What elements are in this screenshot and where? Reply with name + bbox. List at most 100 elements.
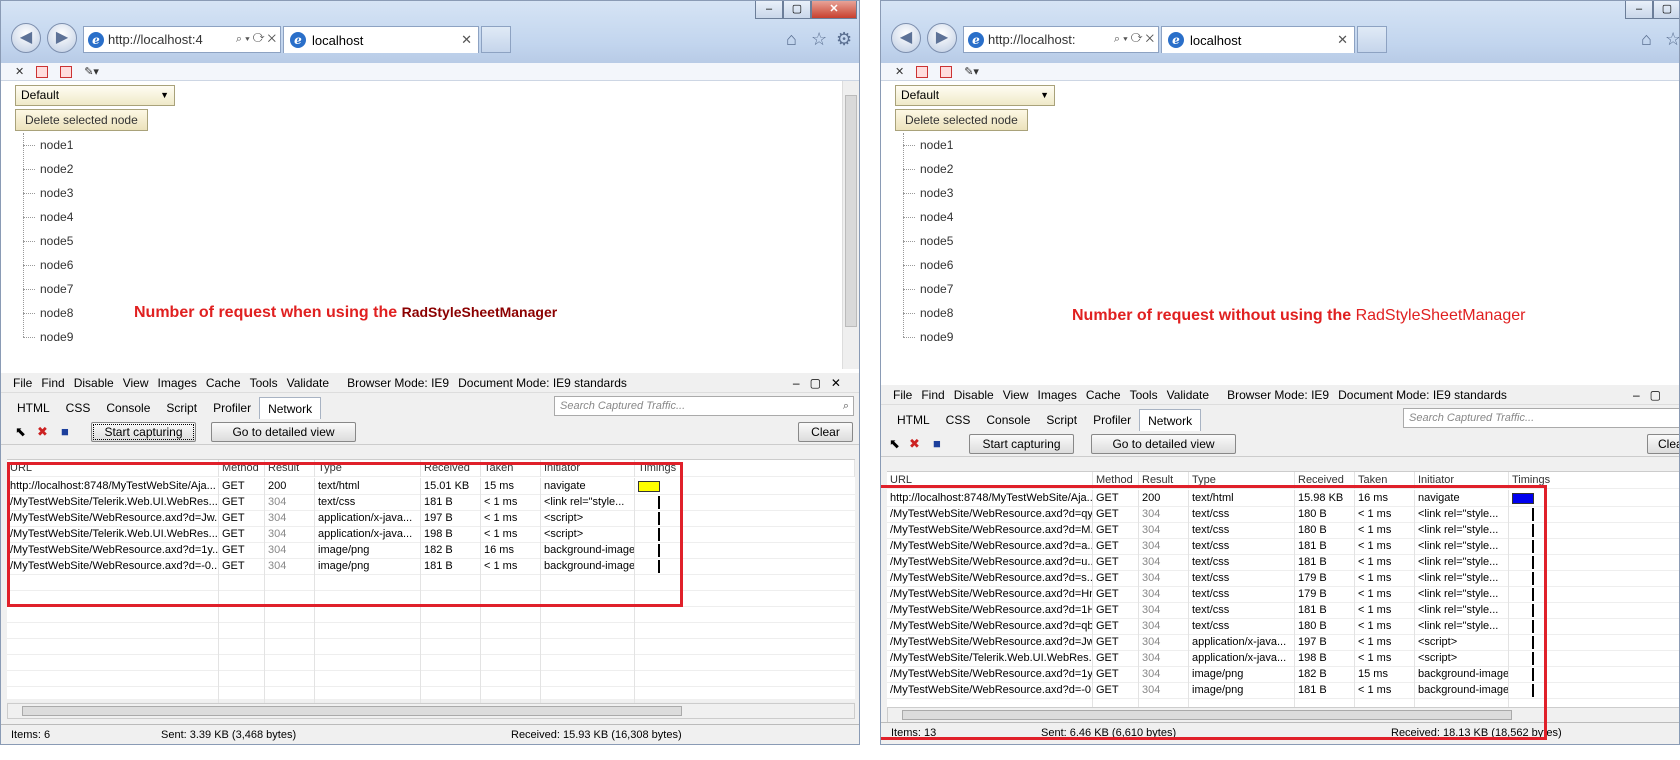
favorites-icon[interactable]: ☆ — [1665, 29, 1679, 50]
tab-network[interactable]: Network — [1139, 409, 1202, 431]
menu-item[interactable]: Find — [921, 385, 944, 404]
menu-item[interactable]: Disable — [74, 373, 114, 392]
tree-node[interactable]: node2 — [23, 157, 73, 181]
tab-profiler[interactable]: Profiler — [1085, 409, 1139, 431]
forward-icon[interactable]: ▶ — [47, 23, 77, 53]
menu-item[interactable]: Validate — [287, 373, 329, 392]
document-mode-menu[interactable]: Document Mode: IE9 standards — [458, 373, 627, 392]
search-icon[interactable]: ⌕ — [843, 397, 849, 415]
address-bar[interactable]: e http://localhost: ⌕ ▾ ⟳ ✕ — [963, 26, 1159, 53]
maximize-icon[interactable]: ▢ — [783, 1, 811, 19]
tree-node[interactable]: node3 — [903, 181, 953, 205]
detailed-view-button[interactable]: Go to detailed view — [1091, 434, 1236, 454]
address-bar[interactable]: e http://localhost:4 ⌕ ▾ ⟳ ✕ — [83, 26, 281, 53]
tree-node[interactable]: node6 — [903, 253, 953, 277]
menu-item[interactable]: View — [1003, 385, 1029, 404]
tab-html[interactable]: HTML — [9, 397, 58, 419]
toolbar-dropdown-icon[interactable]: ✎▾ — [84, 63, 99, 80]
menu-item[interactable]: View — [123, 373, 149, 392]
tree-node[interactable]: node9 — [23, 325, 73, 349]
search-input[interactable]: Search Captured Traffic... — [1403, 408, 1679, 428]
clear-button[interactable]: Clear — [798, 422, 853, 442]
clear-button[interactable]: Clea — [1647, 434, 1679, 454]
maximize-icon[interactable]: ▢ — [1653, 1, 1679, 19]
detailed-view-button[interactable]: Go to detailed view — [211, 422, 356, 442]
menu-item[interactable]: Validate — [1167, 385, 1209, 404]
horizontal-scrollbar[interactable] — [7, 703, 855, 719]
back-icon[interactable]: ◀ — [11, 23, 41, 53]
new-tab-button[interactable] — [481, 26, 511, 53]
menu-item[interactable]: File — [893, 385, 912, 404]
close-icon[interactable]: ✕ — [895, 63, 904, 80]
menu-item[interactable]: Images — [158, 373, 197, 392]
start-capturing-button[interactable]: Start capturing — [91, 422, 196, 442]
vertical-scrollbar[interactable] — [842, 81, 859, 369]
scrollbar-thumb[interactable] — [845, 95, 857, 327]
close-icon[interactable]: ✕ — [15, 63, 24, 80]
home-icon[interactable]: ⌂ — [786, 29, 797, 50]
favorites-icon[interactable]: ☆ — [811, 29, 827, 50]
tab-console[interactable]: Console — [98, 397, 158, 419]
browser-tab[interactable]: e localhost ✕ — [283, 26, 479, 53]
browser-mode-menu[interactable]: Browser Mode: IE9 — [1227, 385, 1329, 404]
tab-network[interactable]: Network — [259, 397, 322, 419]
document-mode-menu[interactable]: Document Mode: IE9 standards — [1338, 385, 1507, 404]
toolbar-icon[interactable] — [916, 66, 929, 78]
home-icon[interactable]: ⌂ — [1641, 29, 1652, 50]
tree-node[interactable]: node2 — [903, 157, 953, 181]
menu-item[interactable]: Images — [1038, 385, 1077, 404]
tree-node[interactable]: node8 — [23, 301, 73, 325]
tree-node[interactable]: node1 — [23, 133, 73, 157]
forward-icon[interactable]: ▶ — [927, 23, 957, 53]
toolbar-dropdown-icon[interactable]: ✎▾ — [964, 63, 979, 80]
tree-node[interactable]: node6 — [23, 253, 73, 277]
browser-mode-menu[interactable]: Browser Mode: IE9 — [347, 373, 449, 392]
tree-node[interactable]: node4 — [903, 205, 953, 229]
toolbar-icon[interactable] — [36, 66, 49, 78]
tab-script[interactable]: Script — [158, 397, 205, 419]
delete-node-button[interactable]: Delete selected node — [895, 109, 1028, 131]
search-input[interactable]: Search Captured Traffic... ⌕ — [554, 396, 854, 416]
back-icon[interactable]: ◀ — [891, 23, 921, 53]
tree-node[interactable]: node7 — [903, 277, 953, 301]
delete-node-button[interactable]: Delete selected node — [15, 109, 148, 131]
minimize-icon[interactable]: ‒ — [755, 1, 783, 19]
save-icon[interactable]: ■ — [61, 424, 69, 439]
tab-close-icon[interactable]: ✕ — [461, 32, 472, 48]
tab-close-icon[interactable]: ✕ — [1337, 32, 1348, 48]
menu-item[interactable]: Cache — [206, 373, 241, 392]
tree-node[interactable]: node9 — [903, 325, 953, 349]
clear-cache-icon[interactable]: ✖ — [37, 424, 48, 440]
tree-node[interactable]: node3 — [23, 181, 73, 205]
skin-dropdown[interactable]: Default ▼ — [895, 85, 1055, 106]
browser-tab[interactable]: e localhost ✕ — [1161, 26, 1355, 53]
address-actions-icon[interactable]: ⌕ ▾ ⟳ ✕ — [236, 33, 276, 46]
menu-item[interactable]: Tools — [1130, 385, 1158, 404]
tab-css[interactable]: CSS — [58, 397, 99, 419]
menu-item[interactable]: Find — [41, 373, 64, 392]
select-element-icon[interactable]: ⬉ — [889, 436, 900, 452]
tab-html[interactable]: HTML — [889, 409, 938, 431]
address-actions-icon[interactable]: ⌕ ▾ ⟳ ✕ — [1114, 33, 1154, 46]
menu-item[interactable]: Disable — [954, 385, 994, 404]
tree-node[interactable]: node7 — [23, 277, 73, 301]
clear-cache-icon[interactable]: ✖ — [909, 436, 920, 452]
start-capturing-button[interactable]: Start capturing — [969, 434, 1074, 454]
new-tab-button[interactable] — [1357, 26, 1387, 53]
tab-css[interactable]: CSS — [938, 409, 979, 431]
tab-console[interactable]: Console — [978, 409, 1038, 431]
tree-node[interactable]: node8 — [903, 301, 953, 325]
tab-profiler[interactable]: Profiler — [205, 397, 259, 419]
tree-node[interactable]: node1 — [903, 133, 953, 157]
menu-item[interactable]: Tools — [250, 373, 278, 392]
tree-node[interactable]: node4 — [23, 205, 73, 229]
toolbar-icon[interactable] — [60, 66, 73, 78]
save-icon[interactable]: ■ — [933, 436, 941, 451]
toolbar-icon[interactable] — [940, 66, 953, 78]
skin-dropdown[interactable]: Default ▼ — [15, 85, 175, 106]
menu-item[interactable]: Cache — [1086, 385, 1121, 404]
tree-node[interactable]: node5 — [23, 229, 73, 253]
select-element-icon[interactable]: ⬉ — [15, 424, 26, 440]
tab-script[interactable]: Script — [1038, 409, 1085, 431]
tree-node[interactable]: node5 — [903, 229, 953, 253]
